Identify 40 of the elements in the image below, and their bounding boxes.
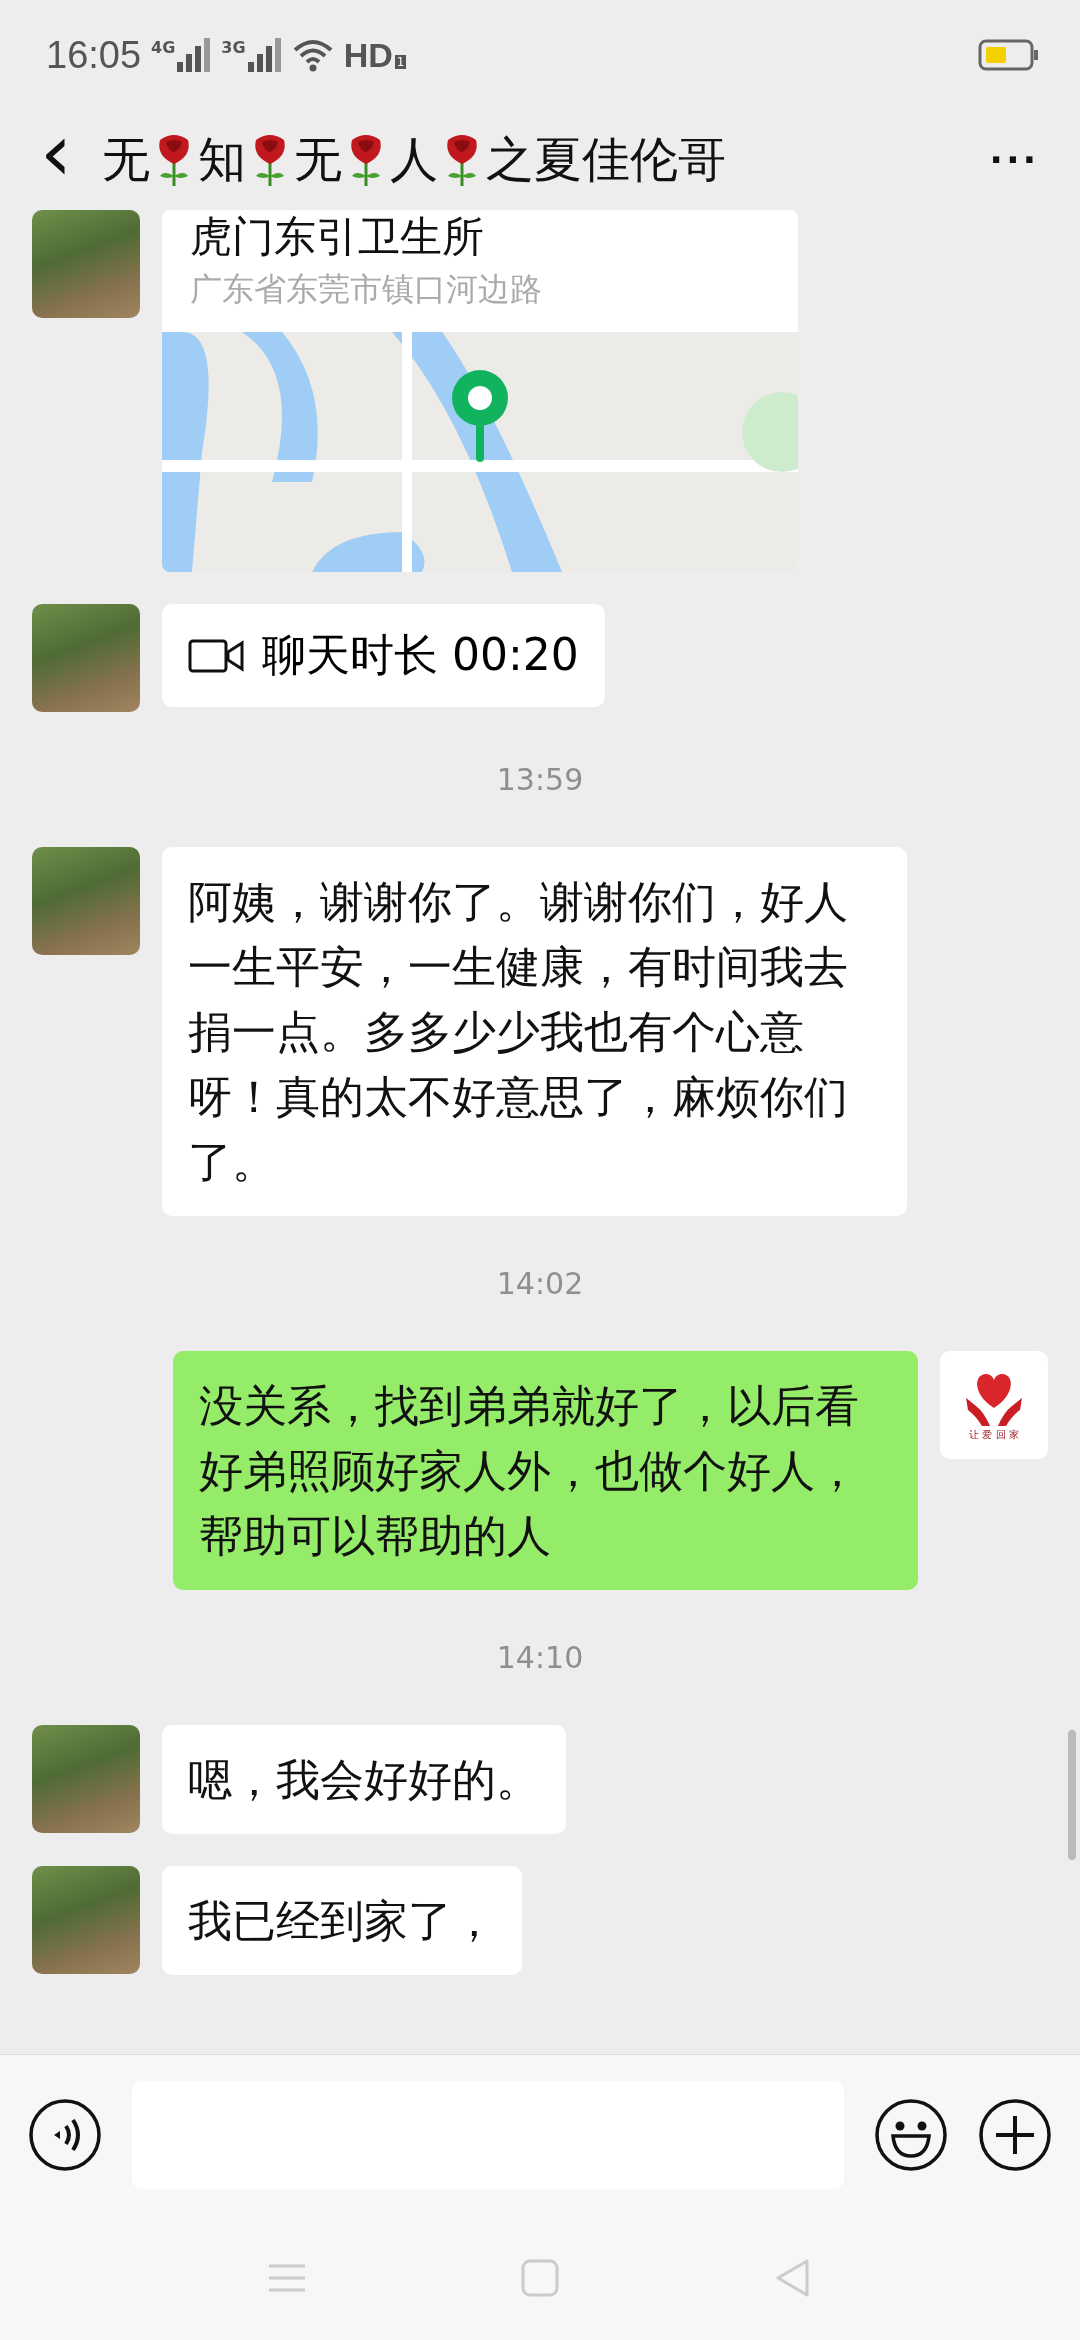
- network-label: 4G: [151, 38, 176, 57]
- timestamp: 13:59: [496, 761, 584, 799]
- timestamp: 14:10: [496, 1639, 584, 1677]
- video-camera-icon: [188, 637, 244, 674]
- avatar-photo[interactable]: [32, 1725, 140, 1833]
- avatar-photo[interactable]: [32, 604, 140, 712]
- more-button[interactable]: ···: [980, 135, 1050, 185]
- call-duration: 聊天时长 00:20: [262, 628, 579, 682]
- network-label: 3G: [221, 38, 246, 57]
- avatar-photo[interactable]: [32, 210, 140, 318]
- voice-button[interactable]: [28, 2098, 102, 2172]
- chat-title: 之夏佳伦哥: [486, 130, 726, 189]
- emoji-button[interactable]: [874, 2098, 948, 2172]
- signal-icon: [177, 38, 212, 72]
- location-card[interactable]: 虎门东引卫生所 广东省东莞市镇口河边路: [162, 210, 798, 572]
- back-button[interactable]: ‹: [30, 113, 102, 207]
- chat-title: 知: [198, 130, 246, 189]
- wifi-icon: [291, 38, 334, 72]
- message-bubble[interactable]: 嗯，我会好好的。: [162, 1725, 566, 1834]
- chat-title: 人: [390, 130, 438, 189]
- logo-avatar[interactable]: 让 爱 回 家: [940, 1351, 1048, 1459]
- battery-icon: [978, 39, 1040, 71]
- avatar-caption: 让 爱 回 家: [969, 1428, 1019, 1442]
- message-bubble[interactable]: 我已经到家了，: [162, 1866, 522, 1975]
- chat-title: 无: [102, 130, 150, 189]
- home-button[interactable]: [520, 2257, 560, 2298]
- timestamp: 14:02: [496, 1265, 584, 1303]
- chat-title: 无: [294, 130, 342, 189]
- message-bubble[interactable]: 阿姨，谢谢你了。谢谢你们，好人一生平安，一生健康，有时间我去捐一点。多多少少我也有个心意呀！真的太不好意思了，麻烦你们了。: [162, 847, 907, 1216]
- sim-number: 1: [394, 55, 407, 69]
- hd-label: HD: [343, 35, 393, 75]
- add-button[interactable]: [978, 2098, 1052, 2172]
- clock: 16:05: [46, 33, 142, 77]
- signal-icon: [247, 38, 282, 72]
- location-address: 广东省东莞市镇口河边路: [189, 269, 543, 310]
- avatar-photo[interactable]: [32, 847, 140, 955]
- avatar-photo[interactable]: [32, 1866, 140, 1974]
- message-bubble[interactable]: 没关系，找到弟弟就好了，以后看好弟照顾好家人外，也做个好人，帮助可以帮助的人: [173, 1351, 918, 1590]
- video-call-bubble[interactable]: 聊天时长 00:20: [162, 604, 605, 707]
- location-title: 虎门东引卫生所: [189, 211, 485, 263]
